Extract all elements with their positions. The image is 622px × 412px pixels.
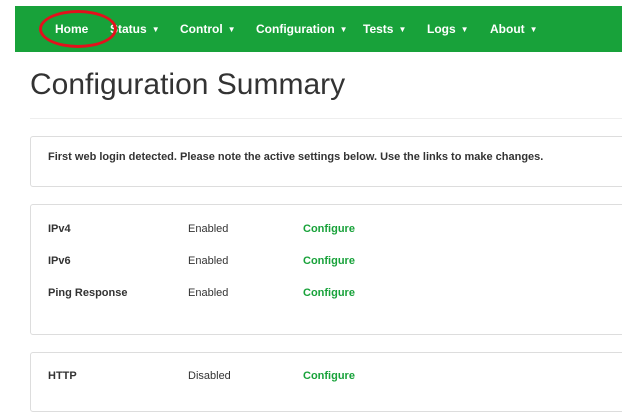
setting-status: Enabled — [188, 223, 229, 235]
setting-name: IPv4 — [48, 223, 71, 235]
settings-row: Ping Response Enabled Configure — [31, 287, 622, 307]
service-settings-panel: HTTP Disabled Configure — [30, 352, 622, 412]
setting-name: Ping Response — [48, 287, 128, 299]
chevron-down-icon: ▼ — [398, 25, 407, 34]
nav-home-label: Home — [55, 22, 89, 36]
setting-status: Disabled — [188, 370, 231, 382]
chevron-down-icon: ▼ — [460, 25, 469, 34]
setting-status: Enabled — [188, 287, 229, 299]
settings-row: IPv4 Enabled Configure — [31, 223, 622, 243]
nav-configuration-label: Configuration — [256, 22, 335, 36]
setting-name: IPv6 — [48, 255, 71, 267]
nav-control[interactable]: Control ▼ — [180, 6, 236, 52]
settings-row: IPv6 Enabled Configure — [31, 255, 622, 275]
settings-row: HTTP Disabled Configure — [31, 370, 622, 390]
nav-status[interactable]: Status ▼ — [110, 6, 160, 52]
chevron-down-icon: ▼ — [227, 25, 236, 34]
setting-name: HTTP — [48, 370, 77, 382]
nav-about-label: About — [490, 22, 525, 36]
chevron-down-icon: ▼ — [339, 25, 348, 34]
nav-control-label: Control — [180, 22, 223, 36]
nav-logs-label: Logs — [427, 22, 456, 36]
page-title: Configuration Summary — [30, 68, 346, 101]
configure-ipv6-link[interactable]: Configure — [303, 255, 355, 267]
chevron-down-icon: ▼ — [529, 25, 538, 34]
configure-ping-response-link[interactable]: Configure — [303, 287, 355, 299]
nav-about[interactable]: About ▼ — [490, 6, 538, 52]
notice-panel: First web login detected. Please note th… — [30, 136, 622, 187]
configure-ipv4-link[interactable]: Configure — [303, 223, 355, 235]
configure-http-link[interactable]: Configure — [303, 370, 355, 382]
nav-configuration[interactable]: Configuration ▼ — [256, 6, 348, 52]
network-settings-panel: IPv4 Enabled Configure IPv6 Enabled Conf… — [30, 204, 622, 335]
nav-tests[interactable]: Tests ▼ — [363, 6, 406, 52]
nav-logs[interactable]: Logs ▼ — [427, 6, 469, 52]
nav-status-label: Status — [110, 22, 147, 36]
notice-text: First web login detected. Please note th… — [48, 151, 544, 163]
chevron-down-icon: ▼ — [151, 25, 160, 34]
nav-home[interactable]: Home — [55, 6, 88, 52]
nav-tests-label: Tests — [363, 22, 394, 36]
top-navbar: Home Status ▼ Control ▼ Configuration ▼ Tes… — [15, 6, 622, 52]
title-divider — [30, 118, 622, 119]
setting-status: Enabled — [188, 255, 229, 267]
